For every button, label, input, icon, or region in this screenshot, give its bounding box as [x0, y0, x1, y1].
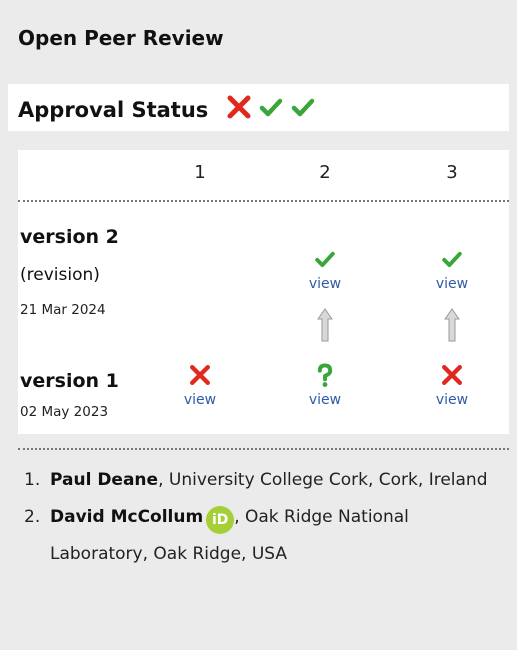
reviewer-number: 2.: [24, 507, 41, 527]
version-2-label: version 2: [20, 226, 119, 248]
reviewer-number: 1.: [24, 470, 41, 490]
orcid-icon[interactable]: iD: [206, 506, 235, 534]
check-icon: [315, 251, 335, 268]
cross-icon: [190, 365, 210, 385]
view-report-link[interactable]: view: [422, 276, 482, 292]
panel-title: Open Peer Review: [18, 26, 224, 50]
revision-label: (revision): [20, 265, 100, 285]
reviewer-item: 2. David McCollum iD, Oak Ridge National …: [8, 499, 509, 573]
review-cell-v2-r2: view: [295, 246, 355, 292]
up-arrow-icon: [295, 308, 355, 342]
version-2-date: 21 Mar 2024: [20, 302, 106, 318]
peer-review-panel: Open Peer Review Approval Status 1 2 3 v…: [0, 0, 517, 650]
divider: [18, 200, 509, 202]
check-icon: [259, 98, 283, 117]
cross-icon: [227, 95, 251, 119]
review-cell-v1-r3: view: [422, 362, 482, 408]
review-cell-v1-r2: view: [295, 362, 355, 408]
version-1-label: version 1: [20, 370, 119, 392]
reviewer-name: Paul Deane: [50, 470, 159, 490]
review-cell-v2-r3: view: [422, 246, 482, 292]
approval-status-icons: [224, 92, 318, 122]
view-report-link[interactable]: view: [295, 276, 355, 292]
column-header-3: 3: [446, 162, 458, 183]
view-report-link[interactable]: view: [422, 392, 482, 408]
version-1-date: 02 May 2023: [20, 404, 109, 420]
column-header-2: 2: [319, 162, 331, 183]
reviewer-affiliation: , University College Cork, Cork, Ireland: [158, 470, 488, 490]
column-header-1: 1: [194, 162, 206, 183]
cross-icon: [442, 365, 462, 385]
reviewer-list: 1. Paul Deane, University College Cork, …: [8, 462, 509, 573]
check-icon: [442, 251, 462, 268]
question-icon: [317, 363, 333, 387]
divider: [18, 448, 509, 450]
approval-status-box: Approval Status: [8, 84, 509, 131]
view-report-link[interactable]: view: [170, 392, 230, 408]
approval-status-label: Approval Status: [18, 98, 209, 122]
review-status-table: 1 2 3 version 2 (revision) 21 Mar 2024 v…: [18, 150, 509, 450]
up-arrow-icon: [422, 308, 482, 342]
review-cell-v1-r1: view: [170, 362, 230, 408]
reviewer-item: 1. Paul Deane, University College Cork, …: [8, 462, 509, 499]
reviewer-name: David McCollum: [50, 507, 204, 527]
check-icon: [291, 98, 315, 117]
view-report-link[interactable]: view: [295, 392, 355, 408]
